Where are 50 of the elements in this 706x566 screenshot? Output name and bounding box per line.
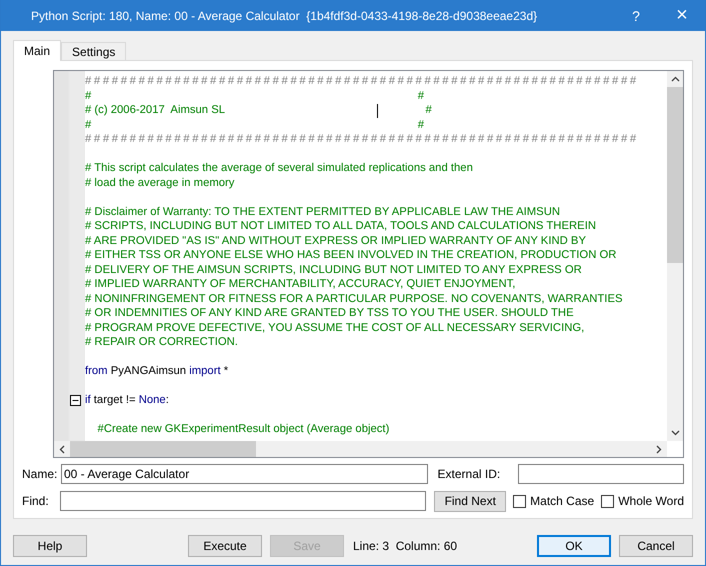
code-line: # OR INDEMNITIES OF ANY KIND ARE GRANTED BY TSS TO YOU THE USER. SHOULD THE bbox=[85, 307, 574, 319]
find-next-button[interactable]: Find Next bbox=[434, 490, 506, 512]
external-id-label: External ID: bbox=[438, 467, 502, 481]
scroll-right-icon[interactable] bbox=[656, 444, 662, 454]
tab[interactable]: Main bbox=[13, 40, 62, 61]
checkbox[interactable] bbox=[601, 494, 614, 508]
scroll-left-icon[interactable] bbox=[59, 444, 65, 454]
cursor-position-text: Line: 3 Column: 60 bbox=[353, 539, 458, 553]
checkbox-label: Whole Word bbox=[618, 494, 684, 508]
external-id-field[interactable] bbox=[518, 464, 684, 484]
code-line: ############################################################## bbox=[85, 75, 639, 87]
checkbox-label: Match Case bbox=[530, 494, 594, 508]
code-line: # REPAIR OR CORRECTION. bbox=[85, 336, 238, 348]
vertical-scrollbar[interactable] bbox=[667, 71, 683, 441]
code-line: ############################################################## bbox=[85, 133, 639, 145]
fold-toggle-icon[interactable] bbox=[70, 395, 81, 406]
find-label: Find: bbox=[22, 494, 50, 508]
footer-button[interactable]: Cancel bbox=[619, 535, 693, 557]
code-line: # SCRIPTS, INCLUDING BUT NOT LIMITED TO ALL DATA, TOOLS AND CALCULATIONS THEREIN bbox=[85, 220, 596, 232]
code-line: # DELIVERY OF THE AIMSUN SCRIPTS, INCLUDING BUT NOT LIMITED TO ANY EXPRESS OR bbox=[85, 264, 582, 276]
find-field[interactable] bbox=[60, 491, 426, 511]
code-line: # ARE PROVIDED "AS IS" AND WITHOUT EXPRESS OR IMPLIED WARRANTY OF ANY KIND BY bbox=[85, 234, 586, 246]
code-line: # (c) 2006-2017 Aimsun SL # bbox=[85, 104, 432, 116]
code-line: # # bbox=[85, 90, 424, 102]
scroll-up-icon[interactable] bbox=[670, 76, 680, 82]
code-line: # load the average in memory bbox=[85, 176, 234, 188]
name-label: Name: bbox=[22, 467, 55, 481]
code-line: # PROGRAM PROVE DEFECTIVE, YOU ASSUME THE COST OF ALL NECESSARY SERVICING, bbox=[85, 322, 584, 334]
footer-button[interactable]: Help bbox=[13, 535, 87, 557]
horizontal-scrollbar[interactable] bbox=[54, 441, 667, 457]
code-line: # IMPLIED WARRANTY OF MERCHANTABILITY, ACCURACY, QUIET ENJOYMENT, bbox=[85, 278, 516, 290]
name-field[interactable]: 00 - Average Calculator bbox=[61, 464, 428, 484]
scrollbar-thumb[interactable] bbox=[70, 441, 256, 457]
scrollbar-thumb[interactable] bbox=[667, 87, 683, 263]
tab[interactable]: Settings bbox=[61, 42, 126, 60]
code-line: # # bbox=[85, 118, 424, 130]
code-line: # NONINFRINGEMENT OR FITNESS FOR A PARTICULAR PURPOSE. NO COVENANTS, WARRANTIES bbox=[85, 292, 623, 304]
checkbox[interactable] bbox=[513, 494, 526, 508]
code-line: from PyANGAimsun import * bbox=[85, 365, 228, 377]
footer-button[interactable]: OK bbox=[537, 535, 611, 557]
footer-button[interactable]: Execute bbox=[188, 535, 262, 557]
close-button[interactable]: × bbox=[659, 0, 705, 31]
code-line: # EITHER TSS OR ANYONE ELSE WHO HAS BEEN INVOLVED IN THE CREATION, PRODUCTION OR bbox=[85, 249, 616, 261]
code-line: if target != None: bbox=[85, 394, 169, 406]
help-button[interactable]: ? bbox=[613, 0, 659, 31]
code-line: #Create new GKExperimentResult object (Average object) bbox=[96, 423, 390, 435]
code-line: # This script calculates the average of several simulated replications and then bbox=[85, 162, 473, 174]
scroll-down-icon[interactable] bbox=[670, 430, 680, 436]
code-line: # Disclaimer of Warranty: TO THE EXTENT PERMITTED BY APPLICABLE LAW THE AIMSUN bbox=[85, 206, 560, 218]
window-title: Python Script: 180, Name: 00 - Average Calculator {1b4fdf3d-0433-4198-8e28-d9038eeae23d} bbox=[31, 8, 538, 22]
